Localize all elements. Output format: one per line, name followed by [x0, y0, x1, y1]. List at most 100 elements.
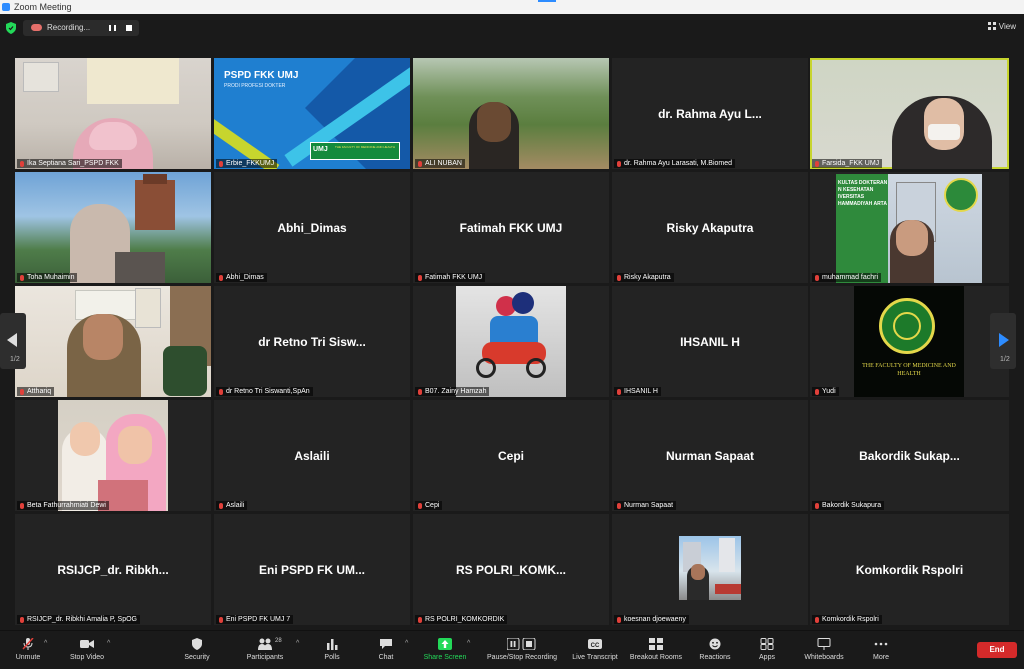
- participant-tile[interactable]: Atthariq: [15, 286, 211, 397]
- more-dots-icon: [874, 642, 888, 646]
- participant-tile-active-speaker[interactable]: Farsida_FKK UMJ: [810, 58, 1009, 169]
- participant-tile[interactable]: koesnan djoewaeny: [612, 514, 808, 625]
- polls-button[interactable]: Polls: [318, 631, 346, 669]
- cloud-recording-icon: [31, 24, 42, 31]
- participant-video: [15, 172, 211, 283]
- participant-name-label: Nurman Sapaat: [614, 501, 677, 510]
- live-transcript-button[interactable]: CC Live Transcript: [569, 631, 621, 669]
- stop-video-label: Stop Video: [69, 654, 105, 661]
- participant-name-label: IHSANIL H: [614, 387, 661, 396]
- participant-name-label: dr Retno Tri Siswanti,SpAn: [216, 387, 313, 396]
- participant-name-label: Erbie_FKKUMJ: [216, 159, 278, 168]
- svg-text:CC: CC: [591, 643, 600, 649]
- participant-video: [58, 400, 168, 511]
- participant-video: [15, 286, 211, 397]
- live-transcript-label: Live Transcript: [572, 654, 618, 661]
- share-screen-button[interactable]: Share Screen: [420, 631, 470, 669]
- participant-tile[interactable]: Beta Fathurrahmiati Dewi: [15, 400, 211, 511]
- participant-tile[interactable]: Toha Muhaimin: [15, 172, 211, 283]
- participant-tile[interactable]: Bakordik Sukap... Bakordik Sukapura: [810, 400, 1009, 511]
- participants-label: Participants: [246, 654, 284, 661]
- chat-options-caret[interactable]: ^: [405, 640, 408, 647]
- participant-tile[interactable]: RS POLRI_KOMK... RS POLRI_KOMKORDIK: [413, 514, 609, 625]
- chevron-left-icon: [7, 333, 17, 347]
- participant-tile[interactable]: ALI NUBAN: [413, 58, 609, 169]
- audio-options-caret[interactable]: ^: [44, 640, 47, 647]
- participant-name-label: Atthariq: [17, 387, 55, 396]
- participant-name-label: Eni PSPD FK UMJ 7: [216, 615, 294, 624]
- participant-tile[interactable]: Eni PSPD FK UM... Eni PSPD FK UMJ 7: [214, 514, 410, 625]
- pause-stop-recording-label: Pause/Stop Recording: [486, 654, 558, 661]
- shared-slide-background: PSPD FKK UMJ PRODI PROFESI DOKTER UMJ TH…: [214, 58, 410, 169]
- faculty-logo-text: THE FACULTY OF MEDICINE AND HEALTH: [862, 363, 956, 377]
- participant-name-label: Fatimah FKK UMJ: [415, 273, 486, 282]
- slide-logo-text: UMJ: [313, 146, 328, 153]
- participants-button[interactable]: Participants: [241, 631, 289, 669]
- slide-subtitle: PRODI PROFESI DOKTER: [224, 83, 286, 89]
- participant-display-name: Cepi: [497, 448, 524, 463]
- pause-recording-icon[interactable]: [109, 25, 116, 31]
- video-options-caret[interactable]: ^: [107, 640, 110, 647]
- stop-recording-icon[interactable]: [126, 25, 132, 31]
- microphone-muted-icon: [22, 638, 34, 650]
- breakout-rooms-button[interactable]: Breakout Rooms: [627, 631, 685, 669]
- meeting-toolbar: Unmute ^ Stop Video ^ Security Participa…: [0, 630, 1024, 668]
- more-button[interactable]: More: [866, 631, 896, 669]
- participant-tile[interactable]: Cepi Cepi: [413, 400, 609, 511]
- participant-name-label: Risky Akaputra: [614, 273, 674, 282]
- participant-name-label: Abhi_Dimas: [216, 273, 267, 282]
- encryption-shield-icon[interactable]: [6, 22, 16, 34]
- whiteboards-button[interactable]: Whiteboards: [800, 631, 848, 669]
- participant-tile[interactable]: dr Retno Tri Sisw... dr Retno Tri Siswan…: [214, 286, 410, 397]
- video-camera-icon: [80, 640, 94, 648]
- participant-display-name: Risky Akaputra: [666, 220, 754, 235]
- participants-options-caret[interactable]: ^: [296, 640, 299, 647]
- chat-label: Chat: [378, 654, 394, 661]
- participant-name-label: Yudi: [812, 387, 839, 396]
- page-indicator-left: 1/2: [10, 356, 20, 363]
- recording-label: Recording...: [47, 23, 91, 32]
- participant-display-name: IHSANIL H: [680, 334, 740, 349]
- participant-tile[interactable]: Fatimah FKK UMJ Fatimah FKK UMJ: [413, 172, 609, 283]
- page-indicator-right: 1/2: [1000, 356, 1010, 363]
- participant-tile[interactable]: Risky Akaputra Risky Akaputra: [612, 172, 808, 283]
- view-button[interactable]: View: [987, 22, 1016, 31]
- participant-display-name: RSIJCP_dr. Ribkh...: [57, 562, 169, 577]
- window-titlebar: Zoom Meeting: [0, 0, 1024, 14]
- participant-tile[interactable]: Abhi_Dimas Abhi_Dimas: [214, 172, 410, 283]
- participant-name-label: Ika Septiana Sari_PSPD FKK: [17, 159, 122, 168]
- participant-tile[interactable]: dr. Rahma Ayu L... dr. Rahma Ayu Larasat…: [612, 58, 808, 169]
- participant-display-name: Fatimah FKK UMJ: [459, 220, 563, 235]
- share-screen-icon: [438, 638, 452, 650]
- participant-tile[interactable]: Nurman Sapaat Nurman Sapaat: [612, 400, 808, 511]
- end-meeting-button[interactable]: End: [977, 642, 1017, 658]
- participant-tile[interactable]: Komkordik Rspolri Komkordik Rspolri: [810, 514, 1009, 625]
- reactions-button[interactable]: Reactions: [697, 631, 733, 669]
- smiley-reaction-icon: [709, 638, 721, 650]
- gallery-view: Ika Septiana Sari_PSPD FKK PSPD FKK UMJ …: [0, 42, 1024, 630]
- zoom-logo-icon: [2, 3, 10, 11]
- participant-tile[interactable]: RSIJCP_dr. Ribkh... RSIJCP_dr. Ribkhi Am…: [15, 514, 211, 625]
- participant-tile[interactable]: THE FACULTY OF MEDICINE AND HEALTH Yudi: [810, 286, 1009, 397]
- participant-tile[interactable]: IHSANIL H IHSANIL H: [612, 286, 808, 397]
- participant-tile[interactable]: Ika Septiana Sari_PSPD FKK: [15, 58, 211, 169]
- chat-button[interactable]: Chat: [372, 631, 400, 669]
- participant-name-label: RS POLRI_KOMKORDIK: [415, 615, 508, 624]
- participant-tile[interactable]: PSPD FKK UMJ PRODI PROFESI DOKTER UMJ TH…: [214, 58, 410, 169]
- share-options-caret[interactable]: ^: [467, 640, 470, 647]
- view-label: View: [998, 22, 1016, 31]
- security-button[interactable]: Security: [178, 631, 216, 669]
- participant-video: [456, 286, 566, 397]
- unmute-button[interactable]: Unmute: [8, 631, 48, 669]
- participant-tile[interactable]: B07. Zainy Hamzah: [413, 286, 609, 397]
- security-label: Security: [184, 654, 210, 661]
- apps-button[interactable]: Apps: [754, 631, 780, 669]
- taskbar-highlight: [538, 0, 556, 2]
- participant-tile[interactable]: KULTAS DOKTERAN N KESEHATAN IVERSITAS HA…: [810, 172, 1009, 283]
- participant-tile[interactable]: Aslaili Aslaili: [214, 400, 410, 511]
- pause-stop-recording-button[interactable]: Pause/Stop Recording: [481, 631, 563, 669]
- participants-icon: [258, 638, 272, 650]
- participant-name-label: Bakordik Sukapura: [812, 501, 885, 510]
- breakout-rooms-icon: [649, 638, 663, 650]
- stop-video-button[interactable]: Stop Video: [62, 631, 112, 669]
